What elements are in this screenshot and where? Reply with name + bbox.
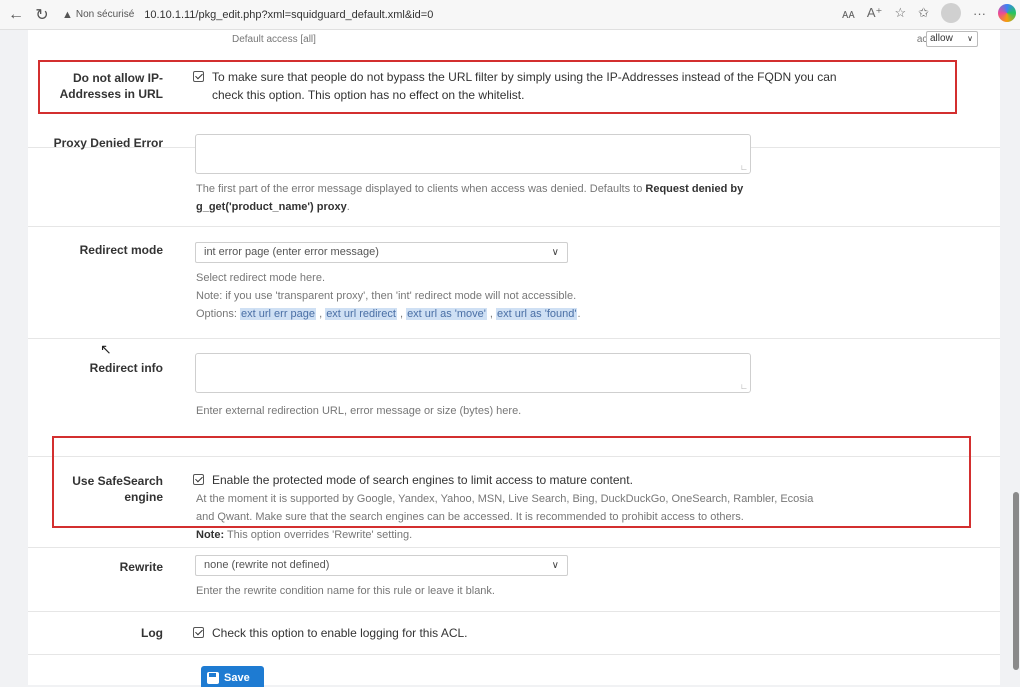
safesearch-highlight-box xyxy=(52,436,971,528)
proxy-denied-row: Proxy Denied Error ∟ The first part of t… xyxy=(28,124,1000,227)
access-select[interactable]: allow ∨ xyxy=(926,31,978,47)
back-arrow-icon[interactable]: ← xyxy=(4,3,28,27)
save-button-label: Save xyxy=(224,672,250,684)
url-text: 10.10.1.11/pkg_edit.php?xml=squidguard_d… xyxy=(144,8,434,21)
page-scrollbar[interactable] xyxy=(1012,30,1020,687)
resize-grip-icon: ∟ xyxy=(740,382,748,391)
safesearch-note-bold: Note: xyxy=(196,529,225,541)
more-menu-icon[interactable]: ··· xyxy=(973,6,986,21)
address-bar[interactable]: ▲ Non sécurisé 10.10.1.11/pkg_edit.php?x… xyxy=(62,4,433,26)
proxy-denied-help-line2: g_get('product_name') proxy xyxy=(196,201,347,213)
redirect-help-line1: Select redirect mode here. xyxy=(196,272,326,284)
save-icon xyxy=(207,672,219,684)
resize-grip-icon: ∟ xyxy=(740,163,748,172)
redirect-option-link[interactable]: ext url as 'found' xyxy=(496,308,578,320)
redirect-mode-value: int error page (enter error message) xyxy=(204,246,379,258)
proxy-denied-help-prefix: The first part of the error message disp… xyxy=(196,183,646,195)
scrollbar-thumb[interactable] xyxy=(1013,492,1019,670)
redirect-info-textarea[interactable]: ∟ xyxy=(195,353,751,393)
text-size-icon[interactable]: A⁺ xyxy=(867,5,883,21)
log-checkbox-line: Check this option to enable logging for … xyxy=(193,624,973,642)
redirect-option-separator: , xyxy=(486,308,497,320)
redirect-info-label: Redirect info xyxy=(89,361,163,375)
copilot-icon[interactable] xyxy=(998,4,1016,22)
redirect-help-line2: Note: if you use 'transparent proxy', th… xyxy=(196,290,577,302)
favorite-star-icon[interactable]: ☆ xyxy=(894,5,906,21)
redirect-info-help: Enter external redirection URL, error me… xyxy=(196,405,522,417)
chevron-down-icon: ∨ xyxy=(967,34,973,43)
proxy-denied-help-bold: Request denied by xyxy=(645,183,744,195)
redirect-option-link[interactable]: ext url err page xyxy=(240,308,317,320)
insecure-label: Non sécurisé xyxy=(75,9,135,20)
default-access-row: Default access [all] access allow ∨ xyxy=(28,30,1000,54)
rewrite-value: none (rewrite not defined) xyxy=(204,559,330,571)
read-aloud-icon[interactable]: ᴀᴀ xyxy=(842,6,855,21)
chevron-down-icon: ∨ xyxy=(551,247,559,258)
favorites-list-icon[interactable]: ✩ xyxy=(918,5,929,21)
profile-avatar-icon[interactable] xyxy=(941,3,961,23)
mouse-cursor-icon: ↖ xyxy=(100,341,112,357)
redirect-mode-row: Redirect mode int error page (enter erro… xyxy=(28,227,1000,339)
access-select-value: allow xyxy=(930,33,953,44)
redirect-mode-select[interactable]: int error page (enter error message) ∨ xyxy=(195,242,568,263)
settings-panel: Default access [all] access allow ∨ Do n… xyxy=(28,30,1000,687)
log-row: Log Check this option to enable logging … xyxy=(28,612,1000,655)
redirect-option-link[interactable]: ext url redirect xyxy=(325,308,397,320)
rewrite-row: Rewrite none (rewrite not defined) ∨ Ent… xyxy=(28,548,1000,612)
redirect-options-end: . xyxy=(577,308,581,320)
reload-icon[interactable]: ↻ xyxy=(30,3,54,27)
proxy-denied-label: Proxy Denied Error xyxy=(53,136,163,150)
proxy-denied-textarea[interactable]: ∟ xyxy=(195,134,751,174)
warning-icon: ▲ xyxy=(62,8,73,21)
log-label: Log xyxy=(141,626,163,640)
ip-highlight-box xyxy=(38,60,957,114)
rewrite-select[interactable]: none (rewrite not defined) ∨ xyxy=(195,555,568,576)
save-button[interactable]: Save xyxy=(201,666,264,687)
rewrite-label: Rewrite xyxy=(119,560,163,574)
redirect-option-separator: , xyxy=(396,308,407,320)
proxy-denied-help-end: . xyxy=(346,201,350,213)
redirect-option-separator: , xyxy=(316,308,326,320)
chevron-down-icon: ∨ xyxy=(551,560,559,571)
log-checkbox-text: Check this option to enable logging for … xyxy=(212,626,468,640)
browser-toolbar: ← ↻ ▲ Non sécurisé 10.10.1.11/pkg_edit.p… xyxy=(0,0,1020,30)
redirect-mode-label: Redirect mode xyxy=(79,243,163,257)
proxy-denied-help: The first part of the error message disp… xyxy=(196,180,976,216)
rewrite-help: Enter the rewrite condition name for thi… xyxy=(196,585,495,597)
redirect-mode-help: Select redirect mode here. Note: if you … xyxy=(196,269,976,323)
default-access-text: Default access [all] xyxy=(232,34,316,45)
redirect-option-link[interactable]: ext url as 'move' xyxy=(406,308,487,320)
safesearch-note-text: This option overrides 'Rewrite' setting. xyxy=(224,529,413,541)
redirect-options-prefix: Options: xyxy=(196,308,241,320)
log-checkbox[interactable] xyxy=(193,627,204,638)
